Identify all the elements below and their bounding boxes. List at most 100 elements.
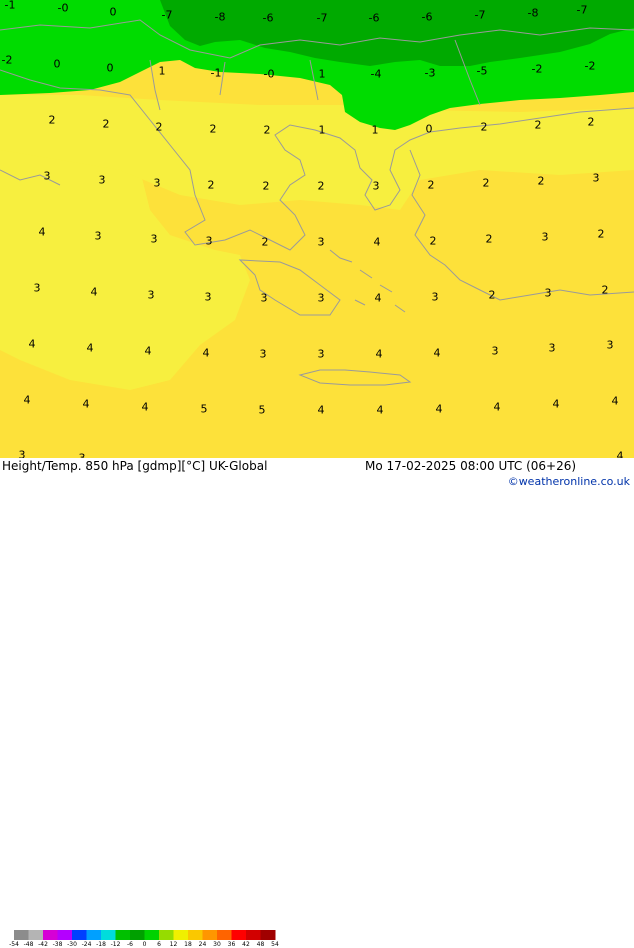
temperature-label: 2	[482, 176, 490, 190]
temperature-label: 4	[28, 337, 36, 351]
temperature-label: 3	[43, 169, 51, 183]
temperature-label: -0	[263, 67, 275, 81]
scale-tick-label: -18	[96, 941, 106, 948]
scale-swatch	[159, 930, 174, 940]
temperature-label: 1	[318, 123, 326, 137]
scale-swatch	[57, 930, 73, 940]
temperature-label: 0	[106, 61, 114, 75]
map-footer: Height/Temp. 850 hPa [gdmp][°C] UK-Globa…	[0, 458, 634, 948]
temperature-label: 2	[587, 115, 595, 129]
scale-swatch	[231, 930, 247, 940]
temperature-label: 3	[259, 347, 267, 361]
temperature-label: 4	[493, 400, 501, 414]
scale-swatch	[260, 930, 276, 940]
temperature-label: 2	[317, 179, 325, 193]
scale-swatch	[72, 930, 87, 940]
temperature-label: 3	[317, 347, 325, 361]
temperature-label: 2	[48, 113, 56, 127]
temperature-label: 3	[317, 235, 325, 249]
temperature-label: -6	[368, 11, 380, 25]
temperature-label: -4	[370, 67, 382, 81]
temperature-label: 2	[429, 234, 437, 248]
temperature-label: 3	[317, 291, 325, 305]
scale-swatch	[246, 930, 261, 940]
temperature-label: 4	[86, 341, 94, 355]
scale-swatch	[86, 930, 102, 940]
temperature-label: 2	[261, 235, 269, 249]
temperature-label: 3	[33, 281, 41, 295]
temperature-label: -6	[262, 11, 274, 25]
temperature-label: 0	[109, 5, 117, 19]
temperature-label: 4	[144, 344, 152, 358]
scale-tick-label: 6	[157, 941, 161, 948]
temperature-label: 3	[18, 448, 26, 459]
credit-link[interactable]: ©weatheronline.co.uk	[508, 475, 630, 488]
temperature-label: 4	[611, 394, 619, 408]
temperature-label: 4	[552, 397, 560, 411]
temperature-label: -3	[424, 66, 436, 80]
temperature-label: 0	[53, 57, 61, 71]
temperature-label: 4	[202, 346, 210, 360]
scale-tick-label: 42	[242, 941, 250, 948]
temperature-label: -2	[1, 53, 13, 67]
temperature-label: -6	[421, 10, 433, 24]
scale-swatch	[101, 930, 116, 940]
temperature-label: 2	[534, 118, 542, 132]
temperature-label: 3	[606, 338, 614, 352]
scale-tick-label: 0	[142, 941, 147, 948]
temperature-label: 2	[485, 232, 493, 246]
temperature-label: 1	[318, 67, 326, 81]
scale-swatch	[43, 930, 58, 940]
scale-swatch	[28, 930, 44, 940]
scale-tick-label: -6	[127, 941, 133, 948]
temperature-label: 3	[541, 230, 549, 244]
temperature-label: 4	[23, 393, 31, 407]
temperature-label: 2	[262, 179, 270, 193]
scale-swatch	[202, 930, 218, 940]
temperature-label: -7	[161, 8, 173, 22]
temperature-label: -2	[531, 62, 543, 76]
temperature-label: 4	[375, 347, 383, 361]
scale-tick-label: -12	[110, 941, 121, 948]
scale-tick-label: -54	[9, 941, 19, 948]
scale-swatch	[14, 930, 29, 940]
temperature-label: 0	[425, 122, 433, 136]
scale-tick-label: 54	[271, 941, 279, 948]
map-title: Height/Temp. 850 hPa [gdmp][°C] UK-Globa…	[2, 459, 268, 473]
temperature-label: 2	[488, 288, 496, 302]
temperature-label: 2	[209, 122, 217, 136]
temperature-label: 3	[491, 344, 499, 358]
temperature-label: 4	[82, 397, 90, 411]
scale-tick-label: -48	[23, 941, 34, 948]
temperature-label: 1	[371, 123, 379, 137]
temperature-label: 4	[616, 449, 624, 459]
scale-tick-label: -42	[38, 941, 48, 948]
scale-tick-label: -30	[67, 941, 77, 948]
temperature-label: 4	[373, 235, 381, 249]
temperature-label: 3	[372, 179, 380, 193]
temperature-label: 3	[260, 291, 268, 305]
temperature-label: 2	[480, 120, 488, 134]
temperature-label: -7	[576, 3, 588, 17]
temperature-label: 4	[374, 291, 382, 305]
weather-map: -1 -0 0 -7 -8 -6 -7 -6 -6 -7 -8 -7 -2 0 0 1 -1 -0 1 -4 -3 -5 -…	[0, 0, 634, 458]
color-scale	[14, 930, 276, 940]
temperature-label: 4	[376, 403, 384, 417]
temperature-label: 2	[597, 227, 605, 241]
scale-tick-label: 48	[256, 941, 265, 948]
temperature-label: 3	[98, 173, 106, 187]
temperature-label: 3	[153, 176, 161, 190]
scale-tick-label: -38	[52, 941, 63, 948]
scale-tick-label: 36	[227, 941, 236, 948]
temperature-label: 1	[158, 64, 166, 78]
temperature-label: 5	[258, 403, 266, 417]
temperature-label: 3	[592, 171, 600, 185]
temperature-label: -1	[4, 0, 16, 12]
temperature-label: 3	[544, 286, 552, 300]
temperature-label: 4	[317, 403, 325, 417]
temperature-label: 2	[207, 178, 215, 192]
temperature-label: -2	[584, 59, 596, 73]
temperature-label: 4	[141, 400, 149, 414]
temperature-label: 4	[90, 285, 98, 299]
temperature-label: -8	[214, 10, 226, 24]
